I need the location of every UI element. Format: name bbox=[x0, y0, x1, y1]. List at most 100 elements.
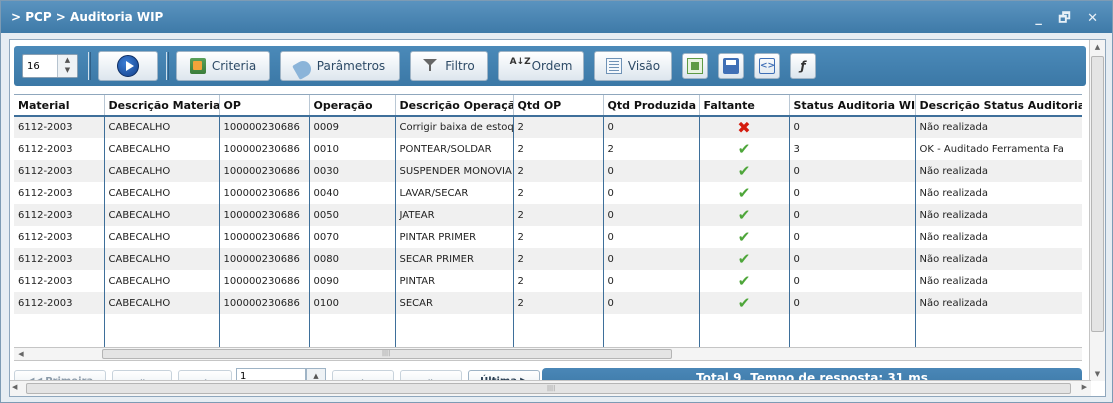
cell-descricao-material: CABECALHO bbox=[104, 204, 220, 226]
execute-button[interactable] bbox=[98, 51, 158, 81]
column-header[interactable]: Material bbox=[14, 95, 105, 117]
visao-button[interactable]: Visão bbox=[594, 51, 672, 81]
cell-qtd-op: 2 bbox=[513, 138, 604, 160]
empty-cell bbox=[395, 314, 514, 336]
cell-operacao: 0100 bbox=[309, 292, 396, 314]
filter-icon bbox=[423, 58, 439, 74]
cell-descricao-status: Não realizada bbox=[915, 160, 1082, 182]
cell-operacao: 0070 bbox=[309, 226, 396, 248]
vertical-scrollbar[interactable]: ▲ ▼ bbox=[1089, 40, 1105, 381]
table-row[interactable]: 6112-2003 CABECALHO 100000230686 0090 PINTAR… bbox=[14, 270, 1082, 292]
check-icon: ✔ bbox=[737, 272, 751, 290]
table-row[interactable]: 6112-2003 CABECALHO 100000230686 0080 SECAR … bbox=[14, 248, 1082, 270]
function-button[interactable]: ƒ bbox=[790, 53, 816, 79]
cell-op: 100000230686 bbox=[219, 248, 310, 270]
rows-per-page-spinner[interactable]: ▲▼ bbox=[22, 54, 78, 78]
scrollbar-thumb[interactable]: |||| bbox=[102, 349, 672, 359]
cell-descricao-status: Não realizada bbox=[915, 248, 1082, 270]
column-header[interactable]: Descrição Material bbox=[104, 95, 220, 117]
table-row[interactable]: 6112-2003 CABECALHO 100000230686 0030 SUSPEN… bbox=[14, 160, 1082, 182]
column-header[interactable]: OP bbox=[219, 95, 310, 117]
grip-icon: |||| bbox=[382, 350, 391, 357]
empty-cell bbox=[699, 314, 790, 336]
cell-faltante: ✔ bbox=[699, 226, 790, 248]
scrollbar-thumb[interactable] bbox=[1091, 56, 1104, 332]
cell-descricao-status: Não realizada bbox=[915, 226, 1082, 248]
toolbar-separator bbox=[166, 52, 169, 80]
panel-horizontal-scrollbar[interactable]: ◀ |||| ▶ bbox=[10, 380, 1091, 396]
cell-material: 6112-2003 bbox=[14, 182, 105, 204]
parametros-button[interactable]: Parâmetros bbox=[280, 51, 400, 81]
toolbar-separator bbox=[88, 52, 91, 80]
cell-faltante: ✔ bbox=[699, 292, 790, 314]
scrollbar-thumb[interactable]: |||| bbox=[26, 383, 1071, 394]
cell-status-auditoria: 3 bbox=[789, 138, 916, 160]
column-header[interactable]: Qtd Produzida bbox=[603, 95, 700, 117]
empty-cell bbox=[104, 314, 220, 336]
column-header[interactable]: Descrição Operação bbox=[395, 95, 514, 117]
cell-qtd-produzida: 0 bbox=[603, 270, 700, 292]
ordem-button[interactable]: A↓Z Ordem bbox=[498, 51, 584, 81]
column-header[interactable]: Descrição Status Auditoria bbox=[915, 95, 1082, 117]
cell-op: 100000230686 bbox=[219, 160, 310, 182]
window-controls[interactable]: _ 🗗 ✕ bbox=[1035, 9, 1104, 31]
cell-faltante: ✔ bbox=[699, 270, 790, 292]
cell-status-auditoria: 0 bbox=[789, 292, 916, 314]
filtro-button[interactable]: Filtro bbox=[410, 51, 488, 81]
table-row[interactable]: 6112-2003 CABECALHO 100000230686 0100 SECAR 2… bbox=[14, 292, 1082, 314]
table-row[interactable]: 6112-2003 CABECALHO 100000230686 0009 Corrig… bbox=[14, 116, 1082, 138]
scroll-up-arrow-icon[interactable]: ▲ bbox=[1090, 40, 1105, 54]
cell-descricao-operacao: LAVAR/SECAR bbox=[395, 182, 514, 204]
cell-op: 100000230686 bbox=[219, 116, 310, 138]
cell-qtd-op: 2 bbox=[513, 204, 604, 226]
code-button[interactable]: <> bbox=[754, 53, 780, 79]
cell-qtd-produzida: 0 bbox=[603, 182, 700, 204]
cell-descricao-status: Não realizada bbox=[915, 204, 1082, 226]
table-row[interactable]: 6112-2003 CABECALHO 100000230686 0040 LAVAR/… bbox=[14, 182, 1082, 204]
cell-op: 100000230686 bbox=[219, 182, 310, 204]
column-header[interactable]: Qtd OP bbox=[513, 95, 604, 117]
spinner-arrows[interactable]: ▲ ▼ bbox=[57, 55, 77, 77]
save-icon bbox=[723, 58, 739, 74]
save-button[interactable] bbox=[718, 53, 744, 79]
column-header[interactable]: Operação bbox=[309, 95, 396, 117]
cell-descricao-material: CABECALHO bbox=[104, 226, 220, 248]
cell-material: 6112-2003 bbox=[14, 226, 105, 248]
empty-cell bbox=[309, 314, 396, 336]
cell-qtd-produzida: 0 bbox=[603, 116, 700, 138]
cell-operacao: 0040 bbox=[309, 182, 396, 204]
x-mark-icon: ✖ bbox=[737, 117, 751, 137]
cell-faltante: ✖ bbox=[699, 116, 790, 138]
ordem-label: Ordem bbox=[531, 59, 573, 73]
view-icon bbox=[605, 58, 622, 74]
scroll-left-arrow-icon[interactable]: ◀ bbox=[12, 383, 17, 391]
table-row[interactable]: 6112-2003 CABECALHO 100000230686 0070 PINTAR… bbox=[14, 226, 1082, 248]
cell-operacao: 0030 bbox=[309, 160, 396, 182]
filtro-label: Filtro bbox=[445, 59, 475, 73]
play-icon bbox=[117, 55, 139, 77]
grid-horizontal-scrollbar[interactable]: ◀ |||| bbox=[14, 347, 1082, 361]
export-button[interactable] bbox=[682, 53, 708, 79]
column-header[interactable]: Status Auditoria WIP bbox=[789, 95, 916, 117]
empty-cell bbox=[789, 314, 916, 336]
rows-per-page-input[interactable] bbox=[25, 58, 55, 74]
scroll-down-arrow-icon[interactable]: ▼ bbox=[1090, 367, 1105, 381]
cell-qtd-op: 2 bbox=[513, 160, 604, 182]
cell-status-auditoria: 0 bbox=[789, 270, 916, 292]
cell-status-auditoria: 0 bbox=[789, 116, 916, 138]
empty-cell bbox=[513, 314, 604, 336]
parametros-label: Parâmetros bbox=[316, 59, 386, 73]
cell-operacao: 0050 bbox=[309, 204, 396, 226]
cell-material: 6112-2003 bbox=[14, 292, 105, 314]
empty-cell bbox=[14, 314, 105, 336]
scroll-left-arrow-icon[interactable]: ◀ bbox=[14, 348, 28, 360]
table-row[interactable]: 6112-2003 CABECALHO 100000230686 0050 JATEAR… bbox=[14, 204, 1082, 226]
scroll-right-arrow-icon[interactable]: ▶ bbox=[1082, 383, 1087, 391]
table-row[interactable]: 6112-2003 CABECALHO 100000230686 0010 PONTEA… bbox=[14, 138, 1082, 160]
cell-descricao-operacao: SUSPENDER MONOVIA bbox=[395, 160, 514, 182]
cell-status-auditoria: 0 bbox=[789, 204, 916, 226]
column-header[interactable]: Faltante bbox=[699, 95, 790, 117]
cell-descricao-operacao: SECAR PRIMER bbox=[395, 248, 514, 270]
criteria-button[interactable]: Criteria bbox=[176, 51, 270, 81]
cell-qtd-produzida: 0 bbox=[603, 204, 700, 226]
